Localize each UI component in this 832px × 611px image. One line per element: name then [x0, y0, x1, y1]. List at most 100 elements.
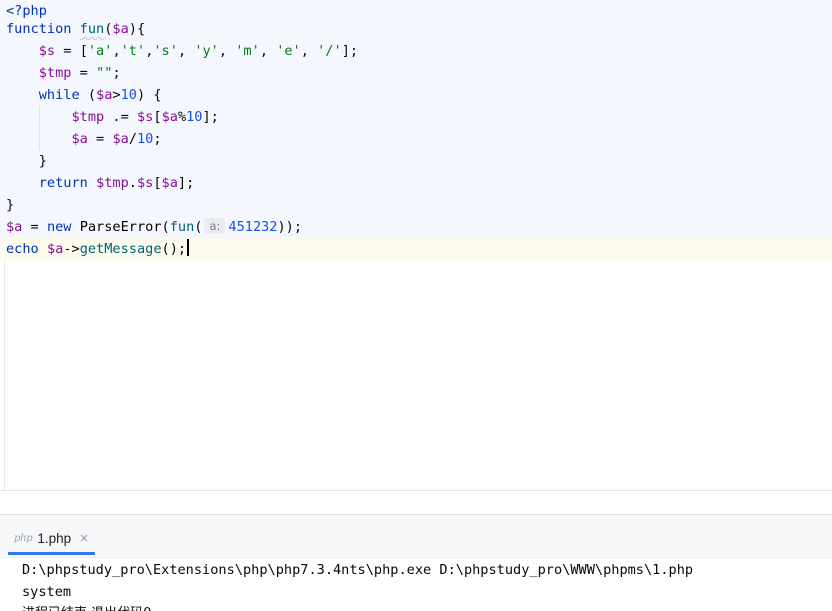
- comma: ,: [218, 43, 236, 59]
- code-line-6[interactable]: $tmp .= $s[$a%10];: [0, 106, 832, 128]
- method-name[interactable]: getMessage: [80, 241, 162, 257]
- console-line-output: system: [22, 584, 72, 600]
- comma: ,: [259, 43, 277, 59]
- paren-close: ));: [277, 219, 303, 235]
- div-op: /: [128, 131, 137, 147]
- number-arg: 451232: [228, 219, 278, 235]
- code-line-5[interactable]: while ($a>10) {: [0, 84, 832, 106]
- console-line-command: D:\phpstudy_pro\Extensions\php\php7.3.4n…: [22, 562, 694, 578]
- gt-op: >: [112, 87, 121, 103]
- string-s: 's': [153, 43, 178, 59]
- string-t: 't': [120, 43, 146, 59]
- var-s: $s: [136, 175, 154, 191]
- arrow-op: ->: [63, 241, 80, 257]
- var-a: $a: [96, 87, 113, 103]
- var-tmp: $tmp: [38, 65, 72, 81]
- keyword-new: new: [46, 219, 72, 235]
- index-close: ];: [177, 175, 195, 191]
- var-a: $a: [46, 241, 64, 257]
- string-a: 'a': [87, 43, 113, 59]
- comma: ,: [112, 43, 121, 59]
- number-10: 10: [186, 109, 203, 125]
- comma: ,: [300, 43, 318, 59]
- var-tmp: $tmp: [71, 109, 105, 125]
- string-y: 'y': [194, 43, 219, 59]
- paren-open: (: [161, 219, 170, 235]
- code-line-9[interactable]: return $tmp.$s[$a];: [0, 172, 832, 194]
- code-line-7[interactable]: $a = $a/10;: [0, 128, 832, 150]
- paren-open: (: [194, 219, 203, 235]
- string-slash: '/': [317, 43, 342, 59]
- string-m: 'm': [235, 43, 260, 59]
- close-brace: }: [38, 153, 47, 169]
- number-10: 10: [137, 131, 154, 147]
- mod-op: %: [177, 109, 187, 125]
- code-line-2[interactable]: function fun($a){: [0, 18, 832, 40]
- var-a: $a: [6, 219, 23, 235]
- index-open: [: [153, 175, 162, 191]
- comma: ,: [177, 43, 195, 59]
- var-a: $a: [161, 175, 178, 191]
- run-tab-1php[interactable]: php 1.php ×: [8, 524, 95, 555]
- var-tmp: $tmp: [96, 175, 129, 191]
- class-name[interactable]: ParseError: [80, 219, 162, 235]
- code-line-12[interactable]: echo $a->getMessage();: [0, 238, 832, 260]
- function-name[interactable]: fun: [80, 21, 105, 37]
- concat-assign-op: .=: [104, 109, 137, 125]
- indent-guide: [39, 128, 40, 150]
- code-line-3[interactable]: $s = ['a','t','s', 'y', 'm', 'e', '/'];: [0, 40, 832, 62]
- var-a: $a: [71, 131, 88, 147]
- code-line-10[interactable]: }: [0, 194, 832, 216]
- assign-op: =: [22, 219, 47, 235]
- indent-guide: [39, 106, 40, 128]
- empty-string: "": [96, 65, 113, 81]
- semicolon: ;: [153, 131, 162, 147]
- array-open: [: [79, 43, 88, 59]
- paren-brace: ){: [128, 21, 146, 37]
- index-close: ];: [202, 109, 219, 125]
- keyword-function: function: [6, 21, 72, 37]
- function-call[interactable]: fun: [170, 219, 195, 235]
- code-editor[interactable]: <?php function fun($a){ $s = ['a','t','s…: [0, 0, 832, 491]
- keyword-while: while: [38, 87, 80, 103]
- assign-op: =: [87, 131, 113, 147]
- semicolon: ;: [112, 65, 121, 81]
- param-a: $a: [112, 21, 129, 37]
- console-output[interactable]: D:\phpstudy_pro\Extensions\php\php7.3.4n…: [0, 557, 832, 611]
- close-brace: }: [6, 197, 15, 213]
- code-line-4[interactable]: $tmp = "";: [0, 62, 832, 84]
- code-line-8[interactable]: }: [0, 150, 832, 172]
- php-open-tag: <?php: [6, 3, 47, 19]
- index-open: [: [153, 109, 162, 125]
- text-caret: [187, 239, 190, 256]
- keyword-echo: echo: [6, 241, 39, 257]
- assign-op: =: [71, 65, 97, 81]
- run-tab-strip: php 1.php ×: [0, 515, 832, 557]
- code-line-11[interactable]: $a = new ParseError(fun(a: 451232));: [0, 216, 832, 238]
- php-file-icon: php: [14, 532, 33, 544]
- close-icon[interactable]: ×: [79, 531, 89, 545]
- parameter-hint: a:: [204, 218, 226, 234]
